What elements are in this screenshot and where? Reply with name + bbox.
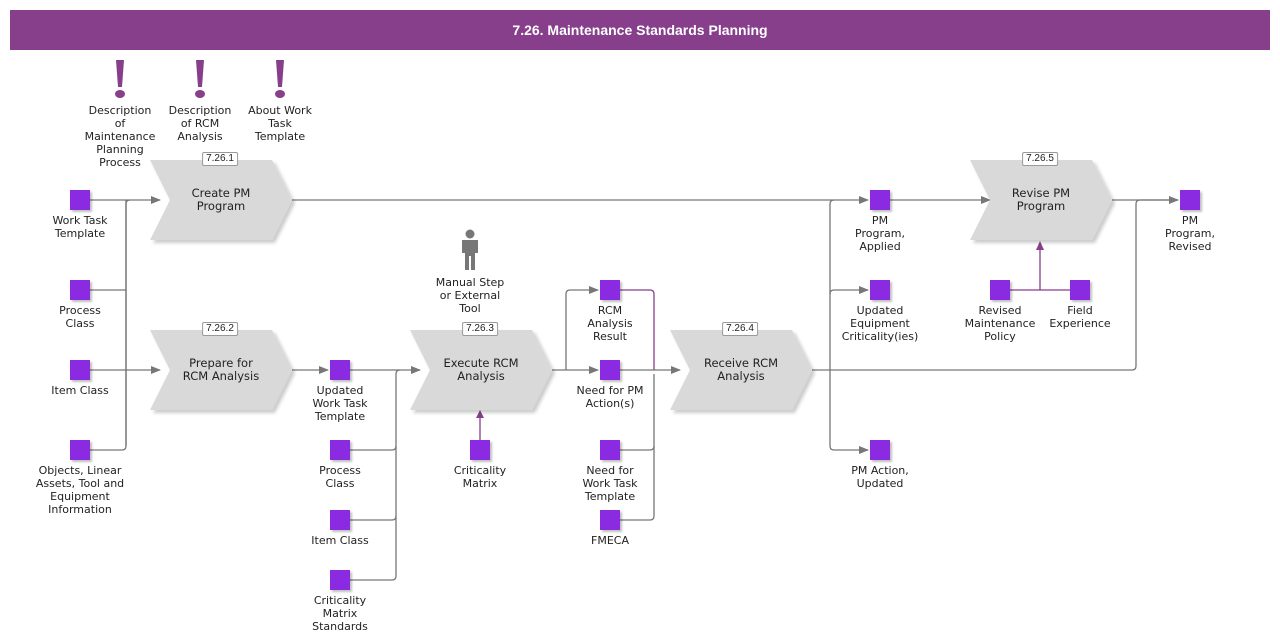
information-object[interactable] [330, 510, 350, 530]
arrow-head [1036, 241, 1044, 250]
information-object-label: FMECA [591, 534, 629, 547]
information-object[interactable] [870, 280, 890, 300]
information-object-label: PM Program, Revised [1165, 214, 1215, 253]
process-label[interactable]: Revise PM Program [1012, 187, 1070, 213]
information-object-label: Revised Maintenance Policy [964, 304, 1036, 343]
information-object[interactable] [70, 190, 90, 210]
information-object-label: Item Class [51, 384, 109, 397]
information-object-label: Field Experience [1049, 304, 1111, 330]
information-object-label: Process Class [59, 304, 101, 330]
connector [829, 199, 835, 370]
information-object[interactable] [600, 440, 620, 460]
info-label[interactable]: About Work Task Template [248, 104, 312, 143]
exclamation-icon[interactable] [193, 60, 207, 100]
information-object-label: Criticality Matrix Standards [312, 594, 368, 633]
information-object[interactable] [70, 280, 90, 300]
process-id-badge: 7.26.4 [722, 322, 758, 336]
info-label[interactable]: Description of Maintenance Planning Proc… [85, 104, 156, 169]
process-label[interactable]: Prepare for RCM Analysis [183, 357, 259, 383]
information-object-label: PM Program, Applied [855, 214, 905, 253]
person-icon[interactable] [459, 229, 481, 271]
information-object[interactable] [70, 360, 90, 380]
process-label[interactable]: Create PM Program [192, 187, 251, 213]
information-object-label: RCM Analysis Result [587, 304, 633, 343]
information-object[interactable] [600, 360, 620, 380]
process-id-badge: 7.26.1 [202, 152, 238, 166]
information-object-label: Updated Equipment Criticality(ies) [841, 304, 919, 343]
information-object-label: Item Class [311, 534, 369, 547]
information-object[interactable] [70, 440, 90, 460]
connector [829, 286, 869, 295]
information-object-label: Objects, Linear Assets, Tool and Equipme… [35, 464, 125, 516]
manual-step-label: Manual Step or External Tool [435, 276, 505, 315]
information-object-label: Updated Work Task Template [312, 384, 368, 423]
information-object-label: Need for Work Task Template [582, 464, 638, 503]
process-label[interactable]: Receive RCM Analysis [704, 357, 778, 383]
process-id-badge: 7.26.3 [462, 322, 498, 336]
information-object[interactable] [330, 570, 350, 590]
process-label[interactable]: Execute RCM Analysis [443, 357, 518, 383]
process-id-badge: 7.26.2 [202, 322, 238, 336]
information-object[interactable] [870, 440, 890, 460]
information-object[interactable] [600, 510, 620, 530]
information-object-label: Process Class [319, 464, 361, 490]
info-label[interactable]: Description of RCM Analysis [169, 104, 232, 143]
information-object[interactable] [600, 280, 620, 300]
exclamation-icon[interactable] [113, 60, 127, 100]
information-object[interactable] [990, 280, 1010, 300]
information-object[interactable] [330, 440, 350, 460]
information-object-label: Work Task Template [52, 214, 108, 240]
arrow-head [476, 410, 484, 418]
process-id-badge: 7.26.5 [1022, 152, 1058, 166]
information-object-label: Criticality Matrix [453, 464, 507, 490]
information-object[interactable] [330, 360, 350, 380]
information-object-label: PM Action, Updated [851, 464, 909, 490]
information-object[interactable] [870, 190, 890, 210]
information-object[interactable] [470, 440, 490, 460]
connector [620, 445, 655, 451]
information-object[interactable] [1070, 280, 1090, 300]
connector [829, 370, 869, 454]
exclamation-icon[interactable] [273, 60, 287, 100]
connector [350, 445, 397, 451]
information-object-label: Need for PM Action(s) [576, 384, 644, 410]
connector [350, 515, 397, 521]
information-object[interactable] [1180, 190, 1200, 210]
